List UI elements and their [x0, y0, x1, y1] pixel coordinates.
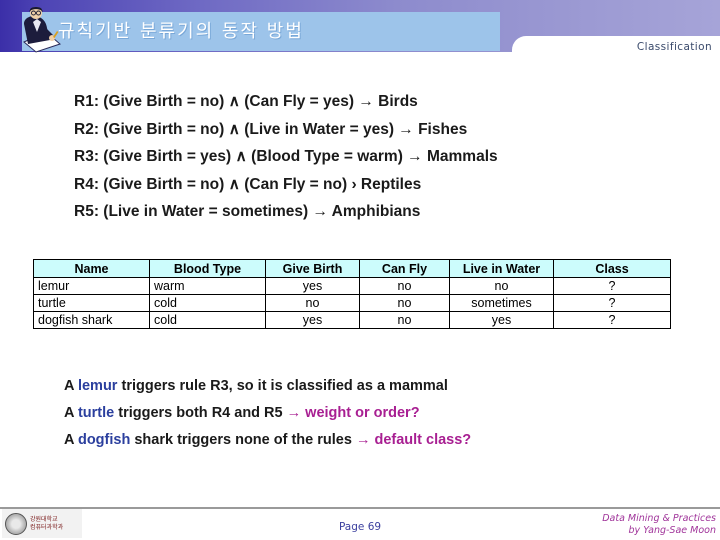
column-header-live-in-water: Live in Water [449, 259, 554, 278]
table-header-row: Name Blood Type Give Birth Can Fly Live … [33, 259, 671, 278]
column-header-name: Name [33, 259, 150, 278]
cell-name: turtle [33, 294, 150, 312]
conclusions-list: A lemur triggers rule R3, so it is class… [64, 373, 624, 454]
conclusion-prefix: A [64, 378, 78, 394]
conclusion-body: triggers rule R3, so it is classified as… [117, 378, 448, 394]
cell-give-birth: yes [265, 277, 360, 295]
cell-name: dogfish shark [33, 311, 150, 329]
column-header-give-birth: Give Birth [265, 259, 360, 278]
cell-give-birth: no [265, 294, 360, 312]
cell-live-in-water: no [449, 277, 554, 295]
conclusion-prefix: A [64, 432, 78, 448]
conclusion-body: triggers both R4 and R5 [114, 405, 287, 421]
conclusion-item: A turtle triggers both R4 and R5 → weigh… [64, 400, 624, 427]
cell-can-fly: no [359, 311, 450, 329]
conclusion-subject: lemur [77, 378, 118, 394]
footer-credit: Data Mining & Practices by Yang-Sae Moon [602, 513, 716, 536]
rule-item: R1: (Give Birth = no) ∧ (Can Fly = yes) … [74, 93, 418, 110]
cell-blood-type: cold [149, 311, 266, 329]
person-writing-clipart-icon [10, 6, 64, 54]
rule-item: R5: (Live in Water = sometimes) → Amphib… [74, 203, 421, 220]
cell-live-in-water: sometimes [449, 294, 554, 312]
table-row: turtle cold no no sometimes ? [33, 294, 671, 312]
conclusion-item: A lemur triggers rule R3, so it is class… [64, 373, 624, 400]
section-label: Classification [636, 41, 712, 53]
rule-item: R3: (Give Birth = yes) ∧ (Blood Type = w… [74, 148, 498, 165]
column-header-can-fly: Can Fly [359, 259, 450, 278]
footer-credit-line2: by Yang-Sae Moon [628, 524, 716, 536]
conclusion-item: A dogfish shark triggers none of the rul… [64, 427, 624, 454]
conclusion-result: → weight or order? [286, 405, 420, 421]
footer-credit-line1: Data Mining & Practices [602, 513, 716, 524]
cell-live-in-water: yes [449, 311, 554, 329]
conclusion-subject: turtle [77, 405, 115, 421]
animal-attributes-table: Name Blood Type Give Birth Can Fly Live … [33, 259, 671, 329]
cell-can-fly: no [359, 277, 450, 295]
cell-give-birth: yes [265, 311, 360, 329]
page-title: 규칙기반 분류기의 동작 방법 [58, 21, 304, 42]
cell-can-fly: no [359, 294, 450, 312]
column-header-blood-type: Blood Type [149, 259, 266, 278]
conclusion-body: shark triggers none of the rules [130, 432, 356, 448]
cell-class: ? [553, 311, 671, 329]
cell-blood-type: cold [149, 294, 266, 312]
rules-list: R1: (Give Birth = no) ∧ (Can Fly = yes) … [74, 88, 634, 226]
cell-class: ? [553, 277, 671, 295]
conclusion-result: → default class? [355, 432, 472, 448]
rule-item: R2: (Give Birth = no) ∧ (Live in Water =… [74, 120, 468, 138]
cell-name: lemur [33, 277, 150, 295]
conclusion-prefix: A [64, 405, 78, 421]
cell-class: ? [553, 294, 671, 312]
column-header-class: Class [553, 259, 671, 278]
conclusion-subject: dogfish [77, 432, 131, 448]
rule-item: R4: (Give Birth = no) ∧ (Can Fly = no) ›… [74, 175, 422, 193]
footer-divider [0, 507, 720, 509]
table-row: dogfish shark cold yes no yes ? [33, 311, 671, 329]
cell-blood-type: warm [149, 277, 266, 295]
table-row: lemur warm yes no no ? [33, 277, 671, 295]
